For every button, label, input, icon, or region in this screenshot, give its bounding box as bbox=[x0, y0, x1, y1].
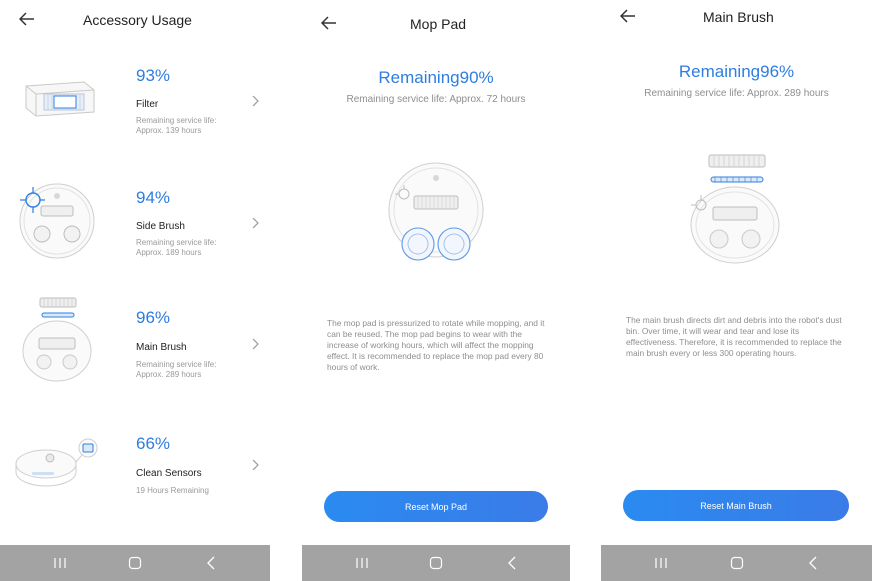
main-brush-image-icon bbox=[687, 153, 783, 274]
nav-back-icon[interactable] bbox=[793, 545, 833, 581]
accessory-percent: 94% bbox=[136, 188, 171, 207]
recents-icon[interactable] bbox=[641, 545, 681, 581]
accessory-item-side-brush[interactable]: 94% Side Brush Remaining service life: A… bbox=[0, 180, 270, 300]
page-title: Main Brush bbox=[703, 9, 774, 25]
remaining-percent: Remaining90% bbox=[378, 68, 494, 87]
page-title: Accessory Usage bbox=[83, 12, 192, 28]
system-nav-bar bbox=[0, 545, 270, 581]
side-brush-image-icon bbox=[14, 178, 100, 264]
home-icon[interactable] bbox=[717, 545, 757, 581]
mop-pad-screen: Mop Pad Remaining90% Remaining service l… bbox=[302, 0, 570, 581]
accessory-percent: 66% bbox=[136, 434, 171, 453]
back-arrow-icon[interactable] bbox=[19, 12, 35, 26]
main-brush-image-icon bbox=[14, 296, 100, 382]
filter-image-icon bbox=[14, 60, 100, 146]
sensors-image-icon bbox=[14, 428, 100, 514]
back-arrow-icon[interactable] bbox=[321, 16, 337, 30]
accessory-name: Side Brush bbox=[136, 221, 185, 232]
home-icon[interactable] bbox=[115, 545, 155, 581]
mop-pad-image-icon bbox=[384, 160, 494, 275]
recents-icon[interactable] bbox=[40, 545, 80, 581]
accessory-item-filter[interactable]: 93% Filter Remaining service life: Appro… bbox=[0, 58, 270, 178]
accessory-item-main-brush[interactable]: 96% Main Brush Remaining service life: A… bbox=[0, 297, 270, 422]
accessory-subtitle: Remaining service life: Approx. 139 hour… bbox=[136, 116, 217, 135]
recents-icon[interactable] bbox=[342, 545, 382, 581]
page-title: Mop Pad bbox=[410, 16, 467, 32]
accessory-name: Main Brush bbox=[136, 342, 187, 353]
nav-back-icon[interactable] bbox=[191, 545, 231, 581]
accessory-subtitle: 19 Hours Remaining bbox=[136, 486, 209, 495]
accessory-name: Filter bbox=[136, 99, 159, 110]
service-life-text: Remaining service life: Approx. 72 hours bbox=[346, 94, 526, 105]
accessory-percent: 96% bbox=[136, 308, 171, 327]
reset-mop-pad-button[interactable]: Reset Mop Pad bbox=[324, 491, 548, 522]
accessory-name: Clean Sensors bbox=[136, 468, 202, 479]
system-nav-bar bbox=[302, 545, 570, 581]
accessory-subtitle: Remaining service life: Approx. 189 hour… bbox=[136, 238, 217, 257]
main-brush-screen: Main Brush Remaining96% Remaining servic… bbox=[601, 0, 872, 581]
home-icon[interactable] bbox=[416, 545, 456, 581]
remaining-percent: Remaining96% bbox=[678, 62, 795, 81]
reset-main-brush-button[interactable]: Reset Main Brush bbox=[623, 490, 849, 521]
chevron-right-icon bbox=[249, 458, 261, 471]
description-text: The mop pad is pressurized to rotate whi… bbox=[327, 318, 545, 372]
description-text: The main brush directs dirt and debris i… bbox=[626, 315, 842, 358]
accessory-item-clean-sensors[interactable]: 66% Clean Sensors 19 Hours Remaining bbox=[0, 428, 270, 548]
accessory-subtitle: Remaining service life: Approx. 289 hour… bbox=[136, 360, 217, 379]
system-nav-bar bbox=[601, 545, 872, 581]
chevron-right-icon bbox=[249, 337, 261, 350]
service-life-text: Remaining service life: Approx. 289 hour… bbox=[644, 88, 829, 99]
chevron-right-icon bbox=[249, 216, 261, 229]
accessory-usage-screen: Accessory Usage 93% Filter Remaining ser… bbox=[0, 0, 270, 581]
accessory-percent: 93% bbox=[136, 66, 171, 85]
nav-back-icon[interactable] bbox=[492, 545, 532, 581]
back-arrow-icon[interactable] bbox=[620, 9, 636, 23]
chevron-right-icon bbox=[249, 94, 261, 107]
